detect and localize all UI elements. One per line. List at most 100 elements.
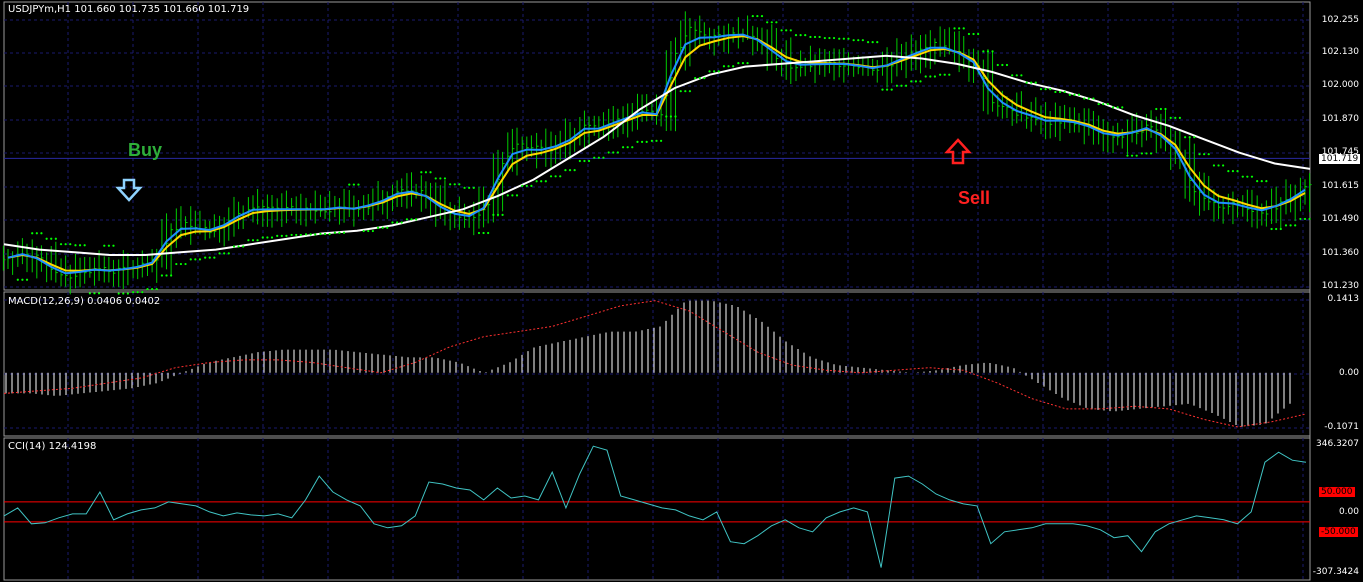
sar-dot [794, 34, 798, 37]
sar-dot [1044, 88, 1047, 91]
sar-dot [194, 258, 197, 261]
sar-dot [1284, 224, 1288, 227]
sar-dot [1039, 88, 1043, 91]
sar-dot [881, 88, 884, 91]
sar-dot [381, 226, 384, 229]
sar-dot [468, 186, 471, 189]
sar-dot [823, 36, 826, 40]
sar-dot [780, 29, 783, 32]
sar-dot [977, 32, 980, 36]
sar-dot [674, 115, 677, 118]
sar-dot [1279, 227, 1282, 231]
sar-dot [1231, 170, 1235, 173]
trading-chart-window: USDJPYm,H1 101.660 101.735 101.660 101.7… [0, 0, 1363, 582]
sar-dot [1198, 153, 1201, 156]
sar-dot [21, 278, 24, 281]
sar-dot [939, 73, 942, 76]
sar-dot [256, 239, 259, 242]
sar-dot [967, 32, 971, 36]
price-tick: 101.870 [1321, 114, 1359, 124]
sar-dot [319, 232, 322, 236]
sar-dot [1145, 152, 1148, 155]
buy-arrow-icon [115, 178, 143, 202]
sar-dot [1275, 227, 1278, 231]
sar-dot [669, 115, 673, 118]
sar-dot [741, 62, 745, 65]
sar-dot [482, 231, 485, 235]
sar-dot [1246, 175, 1249, 178]
sar-dot [982, 50, 985, 53]
sar-dot [1193, 136, 1196, 139]
sar-dot [943, 73, 946, 76]
sar-dot [165, 274, 168, 277]
sar-dot [521, 184, 524, 187]
sar-dot [1015, 74, 1018, 77]
sar-dot [50, 237, 53, 240]
sar-dot [1265, 179, 1268, 183]
price-tick: 101.230 [1321, 281, 1359, 291]
macd-tick: 0.00 [1338, 368, 1359, 378]
sar-dot [953, 27, 956, 30]
sar-dot [496, 213, 500, 216]
sar-dot [391, 221, 394, 224]
sar-dot [876, 41, 879, 44]
sar-dot [54, 237, 57, 240]
sar-dot [1256, 179, 1259, 183]
sar-dot [578, 159, 581, 163]
sar-dot [501, 213, 504, 216]
sar-dot [1294, 224, 1297, 227]
sar-dot [122, 292, 125, 295]
sar-dot [348, 183, 351, 186]
sar-dot [684, 90, 687, 93]
sar-dot [713, 70, 716, 73]
sar-dot [775, 21, 778, 24]
sar-dot [251, 239, 255, 242]
sar-dot [97, 292, 101, 295]
sar-dot [573, 168, 576, 172]
sar-dot [544, 180, 547, 183]
fast-ma-line [7, 33, 1306, 275]
sar-dot [227, 252, 230, 255]
sar-dot [429, 171, 432, 174]
sar-dot [842, 37, 845, 40]
sar-dot [751, 14, 754, 18]
sar-dot [1217, 164, 1220, 167]
sar-dot [948, 73, 951, 76]
sar-dot [919, 80, 922, 83]
sar-dot [1005, 63, 1009, 67]
sar-dot [1270, 227, 1273, 231]
sar-dot [285, 234, 288, 237]
sar-dot [146, 288, 149, 291]
sar-dot [593, 156, 596, 159]
sar-dot [958, 27, 961, 30]
sar-dot [929, 75, 932, 78]
sar-dot [972, 32, 975, 36]
sar-dot [910, 80, 913, 83]
sar-dot [1188, 136, 1191, 139]
sar-dot [367, 229, 370, 233]
main-header: USDJPYm,H1 101.660 101.735 101.660 101.7… [8, 4, 250, 15]
sar-dot [376, 226, 380, 229]
sar-dot [1001, 63, 1004, 67]
sar-dot [439, 177, 442, 180]
sar-dot [914, 80, 918, 83]
cci-tick: 0.00 [1338, 507, 1359, 517]
sar-dot [838, 37, 841, 40]
sar-dot [515, 194, 519, 197]
sar-dot [198, 258, 202, 261]
sar-dot [357, 183, 360, 186]
sar-dot [818, 35, 821, 39]
sar-dot [184, 262, 187, 266]
sar-dot [179, 262, 183, 266]
sar-dot [1299, 217, 1302, 221]
chart-canvas[interactable] [0, 0, 1363, 582]
sar-dot [270, 236, 274, 239]
sar-dot [342, 231, 346, 234]
sar-dot [126, 292, 129, 295]
sar-dot [809, 35, 812, 39]
sar-dot [636, 140, 639, 143]
sar-dot [1102, 102, 1105, 106]
sar-dot [890, 88, 893, 91]
sar-dot [607, 151, 610, 154]
sar-dot [242, 245, 245, 248]
